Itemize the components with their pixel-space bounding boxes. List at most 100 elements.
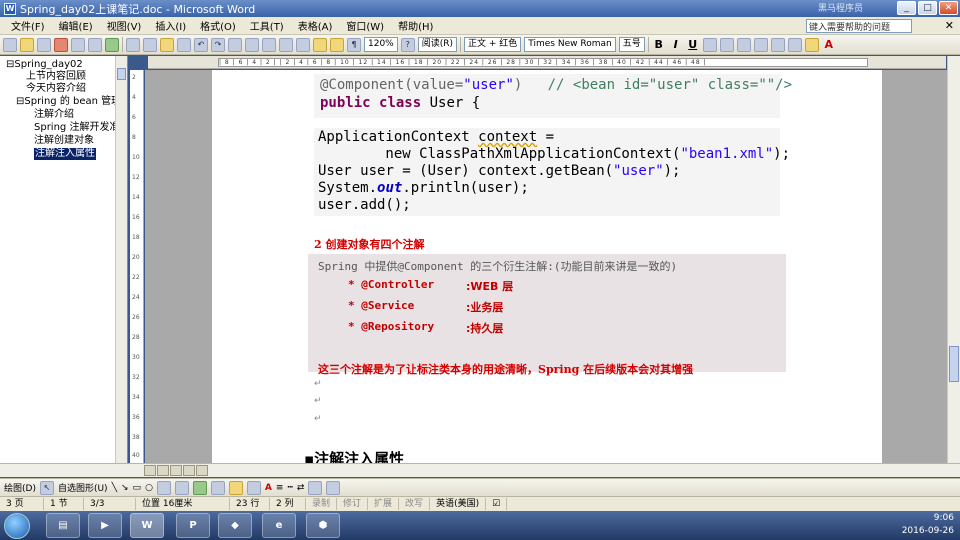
- arrow-icon[interactable]: ↘: [121, 483, 129, 493]
- text-color-icon[interactable]: A: [265, 483, 272, 493]
- line-icon[interactable]: ╲: [112, 483, 117, 493]
- align-left-icon[interactable]: [702, 37, 717, 52]
- menu-view[interactable]: 视图(V): [100, 18, 149, 33]
- line-style-icon[interactable]: ≡: [276, 483, 284, 493]
- menu-edit[interactable]: 编辑(E): [52, 18, 100, 33]
- wordart-icon[interactable]: [174, 480, 189, 495]
- oval-icon[interactable]: ○: [145, 483, 153, 493]
- menu-file[interactable]: 文件(F): [4, 18, 52, 33]
- outline-item[interactable]: 今天内容介绍: [26, 83, 86, 95]
- drawing-icon[interactable]: [313, 37, 327, 52]
- bold-button[interactable]: B: [652, 38, 666, 51]
- explorer-taskbar-icon[interactable]: ▤: [46, 513, 80, 538]
- picture-icon[interactable]: [210, 480, 225, 495]
- bullets-icon[interactable]: [787, 37, 802, 52]
- menu-help[interactable]: 帮助(H): [391, 18, 440, 33]
- horizontal-scrollbar[interactable]: [0, 463, 960, 477]
- powerpoint-taskbar-icon[interactable]: P: [176, 513, 210, 538]
- undo-icon[interactable]: ↶: [194, 37, 208, 52]
- print-icon[interactable]: [71, 37, 85, 52]
- app2-taskbar-icon[interactable]: ⬢: [306, 513, 340, 538]
- outline-item[interactable]: 注解介绍: [34, 109, 74, 121]
- font-color-button[interactable]: A: [822, 38, 836, 51]
- 3d-icon[interactable]: [326, 480, 341, 495]
- insert-table-icon[interactable]: [262, 37, 276, 52]
- close-document-icon[interactable]: ✕: [945, 19, 954, 32]
- redo-icon[interactable]: ↷: [211, 37, 225, 52]
- print-preview-icon[interactable]: [88, 37, 102, 52]
- outline-item[interactable]: Spring 注解开发准: [34, 122, 119, 134]
- outline-item[interactable]: ⊟Spring 的 bean 管理: [16, 96, 121, 108]
- help-icon[interactable]: ?: [400, 37, 415, 52]
- font-size-select[interactable]: 五号: [618, 37, 645, 52]
- align-center-icon[interactable]: [719, 37, 734, 52]
- print-view-icon[interactable]: [170, 465, 182, 476]
- zoom-select[interactable]: 120%: [364, 37, 398, 52]
- menu-insert[interactable]: 插入(I): [148, 18, 193, 33]
- outline-item-selected[interactable]: 注解注入属性: [34, 148, 96, 160]
- shadow-icon[interactable]: [308, 480, 323, 495]
- vertical-ruler[interactable]: 2 4 6 8 10 12 14 16 18 20 22 24 26 28 30…: [130, 70, 144, 463]
- draw-menu[interactable]: 绘图(D): [4, 481, 36, 494]
- line-spacing-icon[interactable]: [753, 37, 768, 52]
- line-color-icon[interactable]: [246, 480, 261, 495]
- clipart-icon[interactable]: [192, 480, 207, 495]
- web-view-icon[interactable]: [157, 465, 169, 476]
- style-select[interactable]: 正文 + 红色: [464, 37, 522, 52]
- maximize-icon[interactable]: □: [918, 1, 937, 15]
- app-taskbar-icon[interactable]: ◆: [218, 513, 252, 538]
- menu-format[interactable]: 格式(O): [193, 18, 243, 33]
- italic-button[interactable]: I: [669, 38, 683, 51]
- insert-excel-icon[interactable]: [279, 37, 293, 52]
- align-right-icon[interactable]: [736, 37, 751, 52]
- permission-icon[interactable]: [54, 37, 68, 52]
- outline-item[interactable]: 上节内容回顾: [26, 71, 86, 83]
- reading-view-icon[interactable]: [196, 465, 208, 476]
- cut-icon[interactable]: [126, 37, 140, 52]
- save-icon[interactable]: [37, 37, 51, 52]
- underline-button[interactable]: U: [686, 38, 700, 51]
- read-mode-button[interactable]: 阅读(R): [417, 37, 458, 52]
- browser-taskbar-icon[interactable]: e: [262, 513, 296, 538]
- outline-scrollbar[interactable]: [115, 56, 127, 463]
- status-track[interactable]: 修订: [337, 498, 369, 510]
- help-search-input[interactable]: 键入需要帮助的问题: [806, 19, 912, 33]
- close-icon[interactable]: ✕: [939, 1, 958, 15]
- media-taskbar-icon[interactable]: ▶: [88, 513, 122, 538]
- numbering-icon[interactable]: [770, 37, 785, 52]
- status-extend[interactable]: 扩展: [368, 498, 400, 510]
- highlight-icon[interactable]: [804, 37, 819, 52]
- hyperlink-icon[interactable]: [228, 37, 242, 52]
- outline-item[interactable]: ⊟Spring_day02: [6, 59, 83, 71]
- vscroll-thumb[interactable]: [949, 346, 959, 382]
- menu-tools[interactable]: 工具(T): [243, 18, 291, 33]
- status-overtype[interactable]: 改写: [399, 498, 431, 510]
- outline-scroll-thumb[interactable]: [117, 68, 126, 80]
- document-page[interactable]: @Component(value="user") // <bean id="us…: [212, 70, 882, 463]
- columns-icon[interactable]: [296, 37, 310, 52]
- format-painter-icon[interactable]: [177, 37, 191, 52]
- arrow-style-icon[interactable]: ⇄: [297, 483, 305, 493]
- select-objects-icon[interactable]: ↖: [39, 480, 54, 495]
- minimize-icon[interactable]: _: [897, 1, 916, 15]
- horizontal-ruler[interactable]: | 8 | 6 | 4 | 2 | | 2 | 4 | 6 | 8 | 10 |…: [148, 56, 946, 69]
- menu-table[interactable]: 表格(A): [291, 18, 340, 33]
- copy-icon[interactable]: [143, 37, 157, 52]
- tables-borders-icon[interactable]: [245, 37, 259, 52]
- status-record[interactable]: 录制: [306, 498, 338, 510]
- dash-style-icon[interactable]: ┅: [287, 483, 292, 493]
- new-document-icon[interactable]: [3, 37, 17, 52]
- normal-view-icon[interactable]: [144, 465, 156, 476]
- document-map-icon[interactable]: [330, 37, 344, 52]
- textbox-icon[interactable]: [156, 480, 171, 495]
- fill-color-icon[interactable]: [228, 480, 243, 495]
- document-vertical-scrollbar[interactable]: [947, 56, 960, 463]
- autoshapes-menu[interactable]: 自选图形(U): [58, 481, 108, 494]
- open-folder-icon[interactable]: [20, 37, 34, 52]
- rectangle-icon[interactable]: ▭: [133, 483, 142, 493]
- word-taskbar-icon[interactable]: W: [130, 513, 164, 538]
- spelling-icon[interactable]: [105, 37, 119, 52]
- start-button-icon[interactable]: [4, 513, 30, 539]
- outline-view-icon[interactable]: [183, 465, 195, 476]
- paste-icon[interactable]: [160, 37, 174, 52]
